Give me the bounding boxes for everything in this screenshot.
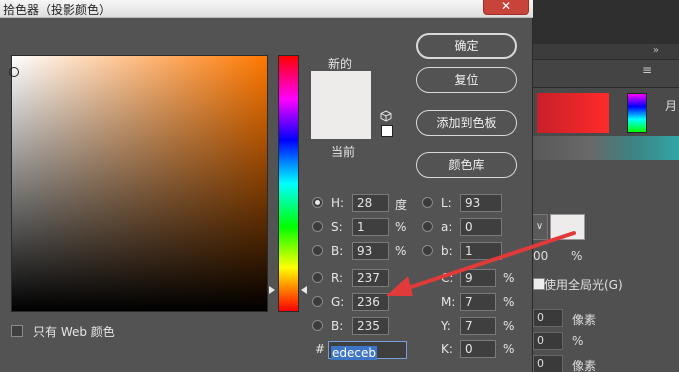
- opacity-unit: %: [571, 249, 583, 263]
- green-input[interactable]: 236: [352, 293, 389, 311]
- red-input[interactable]: 237: [352, 269, 389, 287]
- dialog-title: 拾色器（投影颜色）: [3, 3, 112, 17]
- background-panel-tabbar: [531, 60, 679, 88]
- hue-slider[interactable]: [278, 55, 299, 312]
- opacity-value: 00: [533, 249, 549, 263]
- spread-unit: %: [572, 334, 584, 348]
- size-field[interactable]: 0: [533, 355, 563, 372]
- radio-lightness[interactable]: [422, 197, 433, 208]
- dialog-titlebar[interactable]: 拾色器（投影颜色） ✕: [0, 0, 533, 18]
- label-black: K:: [441, 342, 453, 356]
- only-web-colors-label: 只有 Web 颜色: [33, 325, 115, 339]
- current-color-label: 当前: [331, 145, 356, 159]
- label-cyan: C:: [441, 271, 454, 285]
- radio-red[interactable]: [312, 272, 323, 283]
- new-color-swatch: [311, 71, 371, 105]
- hex-input[interactable]: edeceb: [328, 341, 407, 360]
- lightness-input[interactable]: 93: [460, 194, 502, 212]
- radio-hue[interactable]: [312, 197, 323, 208]
- color-libraries-button[interactable]: 颜色库: [416, 152, 517, 178]
- yellow-input[interactable]: 7: [460, 317, 496, 335]
- label-magenta: M:: [441, 295, 456, 309]
- cyan-input[interactable]: 9: [460, 269, 496, 287]
- label-b-lab: b:: [441, 244, 453, 258]
- black-input[interactable]: 0: [460, 340, 496, 358]
- color-picker-cursor[interactable]: [9, 67, 19, 77]
- label-brightness: B:: [331, 244, 344, 258]
- hue-slider-handle-left[interactable]: [269, 286, 275, 294]
- unit-percent-y: %: [503, 319, 515, 333]
- reset-button[interactable]: 复位: [416, 67, 517, 93]
- label-yellow: Y:: [441, 319, 451, 333]
- background-color-field: [537, 93, 609, 133]
- ok-button[interactable]: 确定: [416, 33, 517, 59]
- unit-percent-m: %: [503, 295, 515, 309]
- screen: » ≡ 月 ∨ 00 % 使用全局光(G) 0 像素 0 % 0 像素 拾色器（…: [0, 0, 679, 372]
- label-blue: B:: [331, 319, 344, 333]
- label-saturation: S:: [331, 220, 343, 234]
- panel-menu-icon[interactable]: ≡: [642, 63, 652, 77]
- hex-label: #: [315, 342, 326, 356]
- shadow-color-swatch[interactable]: [550, 214, 585, 240]
- label-a: a:: [441, 220, 453, 234]
- web-safe-color-swatch[interactable]: [381, 125, 393, 137]
- close-button[interactable]: ✕: [483, 0, 529, 15]
- saturation-input[interactable]: 1: [352, 218, 389, 236]
- label-lightness: L:: [441, 196, 452, 210]
- unit-percent-b: %: [395, 244, 407, 258]
- background-gradient-band: [531, 136, 679, 160]
- background-hue-bar: [627, 93, 647, 133]
- only-web-colors-checkbox[interactable]: [11, 325, 23, 337]
- blue-input[interactable]: 235: [352, 317, 389, 335]
- shadow-mode-dropdown[interactable]: ∨: [531, 214, 548, 240]
- radio-b-lab[interactable]: [422, 245, 433, 256]
- radio-blue[interactable]: [312, 320, 323, 331]
- saturation-brightness-field[interactable]: [11, 55, 268, 312]
- unit-degrees: 度: [395, 198, 408, 212]
- label-green: G:: [331, 295, 345, 309]
- web-safe-cube-icon[interactable]: [380, 110, 392, 122]
- background-panel-header: »: [531, 44, 679, 60]
- radio-green[interactable]: [312, 296, 323, 307]
- hue-input[interactable]: 28: [352, 194, 389, 212]
- hex-value-selected: edeceb: [331, 346, 377, 360]
- use-global-light-label: 使用全局光(G): [544, 278, 623, 292]
- magenta-input[interactable]: 7: [460, 293, 496, 311]
- background-partial-label: 月: [665, 99, 678, 113]
- distance-unit: 像素: [572, 313, 597, 327]
- radio-saturation[interactable]: [312, 221, 323, 232]
- collapse-panels-icon[interactable]: »: [653, 45, 659, 56]
- spread-field[interactable]: 0: [533, 332, 563, 350]
- background-topbar: [531, 0, 679, 44]
- unit-percent-k: %: [503, 342, 515, 356]
- current-color-swatch[interactable]: [311, 105, 371, 139]
- label-red: R:: [331, 271, 344, 285]
- unit-percent-s: %: [395, 220, 407, 234]
- radio-a[interactable]: [422, 221, 433, 232]
- add-to-swatches-button[interactable]: 添加到色板: [416, 110, 517, 136]
- label-hue: H:: [331, 196, 345, 210]
- b-lab-input[interactable]: 1: [460, 242, 502, 260]
- size-unit: 像素: [572, 359, 597, 372]
- radio-brightness[interactable]: [312, 245, 323, 256]
- hue-slider-handle-right[interactable]: [301, 286, 307, 294]
- new-color-label: 新的: [328, 57, 353, 71]
- a-input[interactable]: 0: [460, 218, 502, 236]
- brightness-input[interactable]: 93: [352, 242, 389, 260]
- distance-field[interactable]: 0: [533, 309, 563, 327]
- color-picker-dialog: 拾色器（投影颜色） ✕ 新的 当前 确定 复位 添加到色板 颜色库 H: 28 …: [0, 0, 533, 372]
- unit-percent-c: %: [503, 271, 515, 285]
